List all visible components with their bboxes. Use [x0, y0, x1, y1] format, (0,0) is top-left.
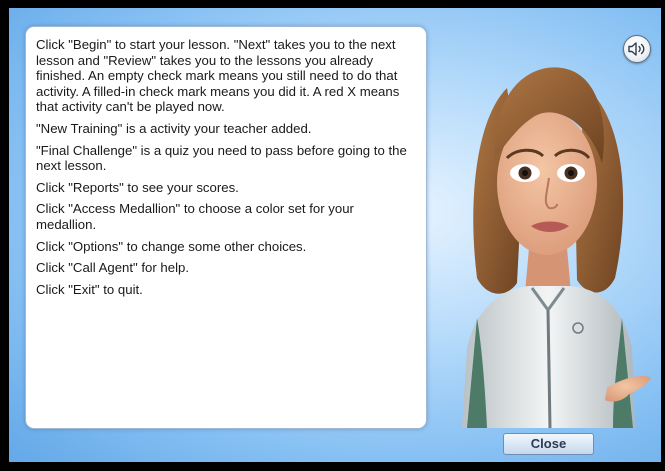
instruction-paragraph: "Final Challenge" is a quiz you need to … [36, 142, 407, 174]
help-dialog: Click "Begin" to start your lesson. "Nex… [9, 8, 661, 462]
app-frame: Click "Begin" to start your lesson. "Nex… [0, 0, 665, 471]
instruction-paragraph: Click "Options" to change some other cho… [36, 238, 307, 254]
instruction-paragraph: Click "Access Medallion" to choose a col… [36, 201, 354, 232]
instructions-panel: Click "Begin" to start your lesson. "Nex… [25, 26, 427, 429]
instruction-paragraph: Click "Reports" to see your scores. [36, 179, 239, 195]
avatar [437, 48, 659, 429]
instruction-paragraph: Click "Call Agent" for help. [36, 260, 190, 276]
avatar-character-image [462, 67, 651, 429]
instruction-paragraph: "New Training" is a activity your teache… [36, 120, 312, 136]
instruction-paragraph: Click "Exit" to quit. [36, 281, 143, 297]
speaker-button[interactable] [623, 35, 651, 63]
speaker-icon [628, 42, 645, 56]
close-button[interactable]: Close [503, 433, 594, 455]
instruction-paragraph: Click "Begin" to start your lesson. "Nex… [36, 37, 400, 115]
